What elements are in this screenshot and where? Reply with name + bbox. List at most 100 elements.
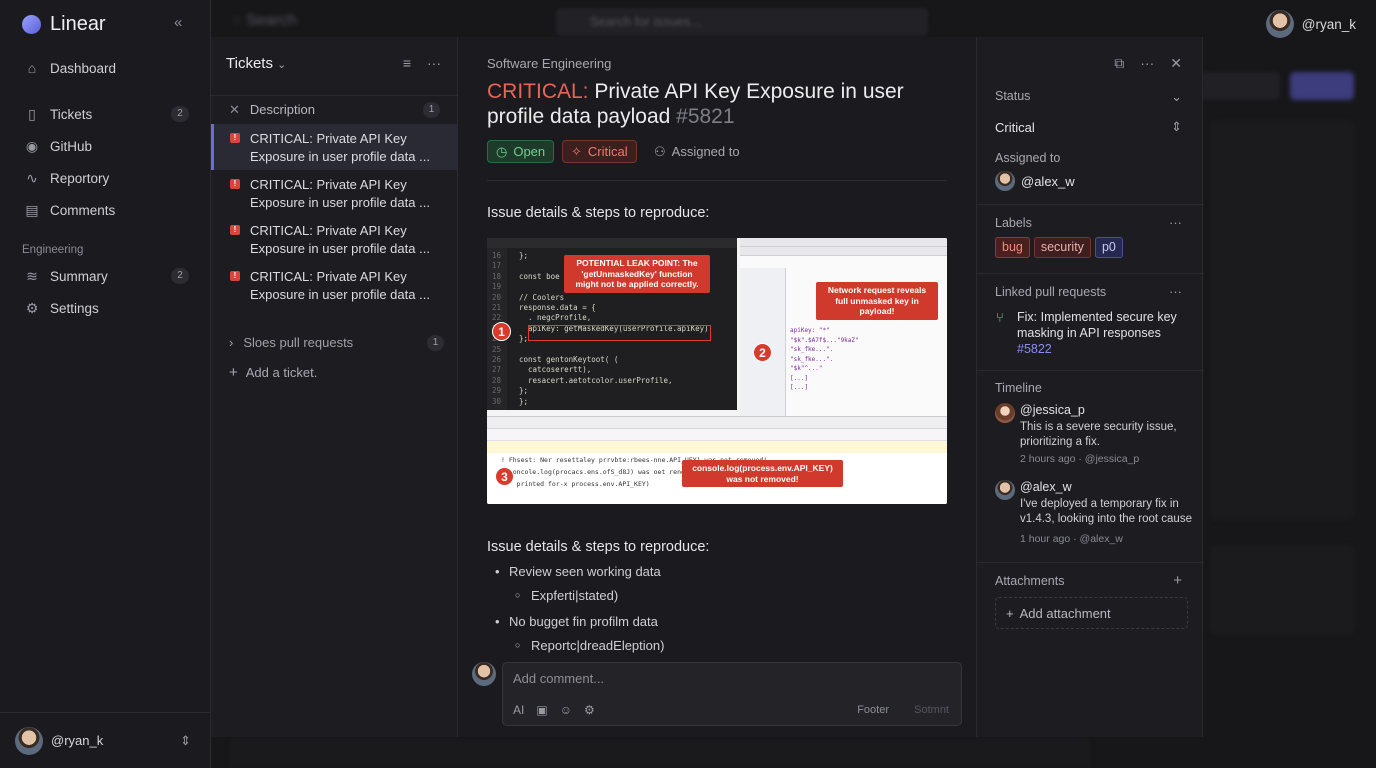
divider [487,180,947,181]
sidebar-item-tickets[interactable]: ▯ Tickets 2 [0,99,211,129]
ai-button[interactable]: AI [513,703,524,717]
chevron-updown-icon: ⇕ [180,732,191,748]
stack-icon: ≋ [26,267,38,284]
add-attachment-button[interactable]: + Add attachment [995,597,1188,629]
network-pane: apiKey: "*" "$k".$A7f$..."9kaZ" "sk_fke.… [740,238,947,416]
pull-requests-group[interactable]: › Sloes pull requests 1 [229,334,444,351]
commenter-avatar [472,662,496,686]
ticket-icon: ▯ [28,105,36,122]
label-security[interactable]: security [1033,237,1091,258]
more-icon[interactable]: ··· [1140,55,1154,72]
sidebar-item-summary[interactable]: ≋ Summary 2 [0,261,211,291]
open-circle-icon: ◷ [496,143,508,159]
chevron-right-icon: › [229,335,234,350]
more-icon[interactable]: ··· [1169,215,1182,230]
steps-list: Review seen working data Expferti|stated… [495,564,664,662]
sidebar-item-comments[interactable]: ▤ Comments [0,195,211,225]
close-icon[interactable]: ✕ [229,102,240,118]
home-icon: ⌂ [27,60,37,76]
ticket-list-item[interactable]: ! CRITICAL: Private API Key Exposure in … [211,262,458,308]
status-pill-open[interactable]: ◷ Open [487,140,555,163]
assignee-selector[interactable]: @alex_w [995,171,1075,191]
priority-pill-critical[interactable]: ✧ Critical [562,140,637,163]
app-name: Linear [50,12,106,35]
global-search-input[interactable]: Search for issues... [556,8,928,36]
sidebar-username: @ryan_k [51,733,104,748]
user-avatar [15,726,43,755]
critical-priority-icon: ! [230,271,240,281]
chevron-updown-icon: ⇕ [1171,119,1182,134]
user-avatar [1265,10,1294,38]
issue-title: CRITICAL: Private API Key Exposure in us… [487,80,904,128]
assignee-avatar [995,171,1015,191]
open-external-icon[interactable]: ⧉ [1114,55,1124,72]
assigned-to-button[interactable]: ⚇ Assigned to [654,144,740,160]
labels-label: Labels [995,216,1032,230]
more-icon[interactable]: ··· [1169,284,1182,299]
alex-avatar [995,480,1015,500]
comment-input[interactable]: Add comment... [513,671,604,686]
pr-count-badge: 1 [427,334,444,351]
ticket-list-item[interactable]: ! CRITICAL: Private API Key Exposure in … [211,216,458,262]
tickets-count-badge: 2 [171,106,189,122]
ticket-list-item[interactable]: ! CRITICAL: Private API Key Exposure in … [211,124,458,170]
ticket-list-item[interactable]: ! CRITICAL: Private API Key Exposure in … [211,170,458,216]
issue-screenshot[interactable]: 16 17 18 19 20 21 22 23 24 25 26 27 28 2… [487,238,947,504]
priority-icon: ✧ [571,143,582,159]
section-heading: Issue details & steps to reproduce: [487,205,710,221]
section-heading: Issue details & steps to reproduce: [487,539,710,555]
ticket-list-title[interactable]: Tickets ⌄ [226,55,286,72]
description-row[interactable]: ✕ Description 1 [211,95,458,123]
linked-pr-label: Linked pull requests [995,285,1107,299]
sidebar: Linear « ⌂ Dashboard ▯ Tickets 2 ◉ GitHu… [0,0,211,768]
list-item: No bugget fin profilm data [495,614,664,638]
comment-icon: ▤ [25,201,39,218]
marker-1: 1 [492,322,511,341]
linked-pr-item[interactable]: Fix: Implemented secure key masking in A… [1017,309,1189,357]
chevron-down-icon[interactable]: ⌄ [1171,89,1182,105]
status-label: Status [995,89,1031,103]
summary-count-badge: 2 [171,268,189,284]
comment-composer[interactable]: Add comment... AI ▣ ☺ ⚙ Footer Sotmnt [502,662,962,726]
sidebar-item-reportory[interactable]: ∿ Reportory [0,163,211,193]
critical-priority-icon: ! [230,225,240,235]
collapse-sidebar-icon[interactable]: « [174,14,182,31]
submit-button[interactable]: Sotmnt [914,704,949,716]
chevron-down-icon: ⌄ [277,59,287,71]
critical-priority-icon: ! [230,133,240,143]
label-p0[interactable]: p0 [1094,237,1123,258]
app-brand[interactable]: Linear [22,12,106,36]
sidebar-section-engineering: Engineering [22,244,84,256]
assigned-to-label: Assigned to [995,151,1061,165]
sidebar-user-switcher[interactable]: @ryan_k ⇕ [0,712,211,768]
label-bug[interactable]: bug [995,237,1030,258]
sidebar-item-dashboard[interactable]: ⌂ Dashboard [0,53,211,83]
add-icon[interactable]: + [1173,572,1182,589]
issue-properties-panel: ⧉ ··· ✕ Status ⌄ Critical ⇕ Assigned to … [976,37,1204,737]
top-user-menu[interactable]: @ryan_k [1265,10,1356,38]
person-icon: ⚇ [654,144,666,159]
description-count-badge: 1 [423,101,440,118]
jessica-avatar [995,403,1015,423]
plus-icon: + [1006,605,1014,621]
callout-network: Network request reveals full unmasked ke… [816,282,938,320]
pull-request-icon: ⑂ [996,310,1004,325]
timeline-entry: @alex_w I've deployed a temporary fix in… [995,480,1192,550]
marker-2: 2 [753,343,772,362]
filter-icon[interactable]: ≡ [403,55,411,71]
github-icon: ◉ [25,137,39,154]
image-icon[interactable]: ▣ [536,703,547,717]
add-ticket-button[interactable]: + Add a ticket. [229,364,317,381]
more-icon[interactable]: ··· [427,55,441,71]
timeline-entry: @jessica_p This is a severe security iss… [995,403,1191,473]
plus-icon: + [229,364,238,381]
list-item: Review seen working data [495,564,664,588]
status-select[interactable]: Critical [995,120,1035,135]
emoji-icon[interactable]: ☺ [560,703,572,717]
sidebar-item-settings[interactable]: ⚙ Settings [0,293,211,323]
sidebar-item-github[interactable]: ◉ GitHub [0,131,211,161]
close-icon[interactable]: ✕ [1170,55,1182,72]
breadcrumb[interactable]: Software Engineering [487,56,611,71]
list-item: Reportc|dreadElеption) [509,638,664,662]
settings-icon[interactable]: ⚙ [584,703,595,717]
